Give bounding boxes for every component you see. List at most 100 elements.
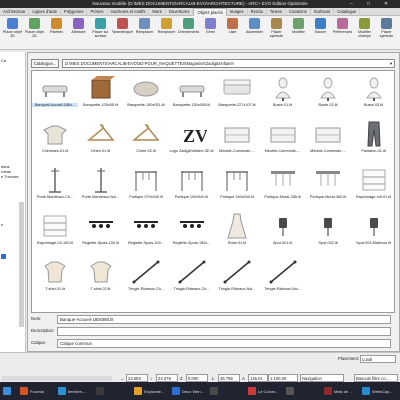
- selection-marker[interactable]: [1, 254, 6, 259]
- ribbon-button-12[interactable]: Placer symbole: [266, 18, 287, 46]
- taskbar-app[interactable]: Mats de ...: [324, 385, 361, 397]
- catalog-item[interactable]: Rayonnage-mit-01.lit: [351, 165, 395, 209]
- tab-9[interactable]: Rendu: [248, 8, 267, 16]
- catalog-item[interactable]: Buste-03.lit: [351, 73, 395, 117]
- taskbar-app[interactable]: [96, 385, 133, 397]
- tab-4[interactable]: Hachures et motifs: [108, 8, 150, 16]
- layer-field[interactable]: Calque commun: [57, 339, 391, 348]
- ribbon-button-7[interactable]: Remplacer: [156, 18, 177, 46]
- ribbon-button-9[interactable]: Gérer: [200, 18, 221, 46]
- catalog-item[interactable]: Chemises-01.lit: [32, 119, 78, 163]
- length-field[interactable]: 36.755: [218, 374, 240, 382]
- description-field[interactable]: [57, 327, 391, 336]
- catalog-item[interactable]: ZV Logo Zadig&Voltaire-3D.lit: [169, 119, 215, 163]
- catalog-item[interactable]: Cintre-02.lit: [123, 119, 169, 163]
- tab-1[interactable]: Lignes d'aide: [29, 8, 61, 16]
- ribbon-button-10[interactable]: Liste: [222, 18, 243, 46]
- ribbon-button-2[interactable]: Palettes: [46, 18, 67, 46]
- scale-dropdown[interactable]: 1:100.00: [268, 374, 298, 382]
- left-panel-scrollbar[interactable]: [19, 202, 24, 327]
- catalog-item[interactable]: Porte-Manteaux-Ch...: [32, 165, 78, 209]
- path-dropdown[interactable]: D:\MES DOCUMENTS\ARCALIB-EVO\3D-POUR_MAQ…: [62, 59, 395, 68]
- taskbar-app[interactable]: [286, 385, 323, 397]
- catalog-item[interactable]: Spot-001.lit: [260, 211, 306, 255]
- catalog-item[interactable]: T-shirt-01.lit: [32, 257, 78, 301]
- catalog-item[interactable]: Spot-003-Matrixos.lit: [351, 211, 395, 255]
- catalog-item[interactable]: Pantalon-01.lit: [351, 119, 395, 163]
- ribbon-button-4[interactable]: Placer sur surface: [90, 18, 111, 46]
- name-field[interactable]: Banque-Accueil-180x080.lit: [57, 315, 391, 324]
- dy-field[interactable]: 22.378: [156, 374, 178, 382]
- catalog-item[interactable]: Reglette-Spots-100.lit: [78, 211, 124, 255]
- catalog-item[interactable]: Reglette-Spots-150x...: [169, 211, 215, 255]
- filter-dropdown[interactable]: Bascule filtre co...: [354, 374, 398, 382]
- catalog-item[interactable]: Tringle-Rideaux-Noi...: [214, 257, 260, 301]
- ribbon-button-5[interactable]: Paramétriques: [112, 18, 133, 46]
- catalog-item[interactable]: Portique 100x040.lit: [169, 165, 215, 209]
- angle-field[interactable]: 145.01: [248, 374, 268, 382]
- ribbon-button-6[interactable]: Remplacer: [134, 18, 155, 46]
- start-button[interactable]: [3, 385, 13, 397]
- catalog-item[interactable]: Tringle-Rideaux-Noi...: [260, 257, 306, 301]
- catalog-item[interactable]: Banquette-227x107-lit: [214, 73, 260, 117]
- ribbon-button-14[interactable]: Sauver: [310, 18, 331, 46]
- tab-10[interactable]: Textes: [267, 8, 287, 16]
- catalog-item[interactable]: Porte-Manteaux-Noi...: [78, 165, 124, 209]
- tab-13[interactable]: Catalogue: [334, 8, 361, 16]
- catalog-item[interactable]: Cintre-01.lit: [78, 119, 124, 163]
- catalog-item[interactable]: Banquette-150x055-lit: [169, 73, 215, 117]
- catalog-item[interactable]: Buste-01.lit: [260, 73, 306, 117]
- taskbar-app[interactable]: Le Colom...: [248, 385, 285, 397]
- catalog-item[interactable]: Tringle-Rideaux-Ch...: [169, 257, 215, 301]
- dx-field[interactable]: 23.083: [126, 374, 148, 382]
- taskbar-app[interactable]: Explorate...: [134, 385, 171, 397]
- catalogue-button[interactable]: Catalogue...: [31, 59, 59, 68]
- catalog-item[interactable]: Reglette-Spots-100...: [123, 211, 169, 255]
- catalog-item[interactable]: Banquette-150x051-lit: [123, 73, 169, 117]
- tab-8[interactable]: Images: [227, 8, 248, 16]
- minimize-button[interactable]: –: [350, 0, 353, 8]
- taskbar-app[interactable]: [210, 385, 247, 397]
- catalog-item[interactable]: Buste-02.lit: [305, 73, 351, 117]
- tab-0[interactable]: Architecture: [0, 8, 30, 16]
- ribbon-button-16[interactable]: Modifier champs: [354, 18, 375, 46]
- view-mode-dropdown[interactable]: Navigation: [300, 374, 344, 382]
- catalog-item[interactable]: Portique-Mural-285.lit: [260, 165, 306, 209]
- catalog-item[interactable]: Meuble-Commode-...: [260, 119, 306, 163]
- ribbon-button-11[interactable]: Assembler: [244, 18, 265, 46]
- ribbon-button-3[interactable]: Aléatoire: [68, 18, 89, 46]
- catalog-item[interactable]: Tringle-Rideaux-Ch...: [123, 257, 169, 301]
- ribbon-button-0[interactable]: Placer objet 3D: [2, 18, 23, 46]
- dz-field[interactable]: 0.000: [186, 374, 208, 382]
- tab-12[interactable]: Surfaces: [311, 8, 335, 16]
- ribbon-button-1[interactable]: Placer objet 2D: [24, 18, 45, 46]
- catalog-item[interactable]: Portique 070x040.lit: [123, 165, 169, 209]
- ribbon-button-17[interactable]: Placer symbole: [376, 18, 397, 46]
- taskbar-app[interactable]: Deux Wen...: [172, 385, 209, 397]
- catalog-item[interactable]: Spot-002.lit: [305, 211, 351, 255]
- chevron-down-icon[interactable]: ▼: [389, 60, 393, 67]
- close-button[interactable]: ✕: [384, 0, 388, 8]
- ribbon-button-8[interactable]: Orientements: [178, 18, 199, 46]
- ribbon-button-15[interactable]: Préférences: [332, 18, 353, 46]
- catalog-item[interactable]: Banquette-105x55-lit: [78, 73, 124, 117]
- catalog-item[interactable]: T-shirt-02.lit: [78, 257, 124, 301]
- catalog-item[interactable]: Portique 150x040.lit: [214, 165, 260, 209]
- tab-6[interactable]: Ouvertures: [166, 8, 194, 16]
- placement-field[interactable]: Lundi: [360, 355, 396, 363]
- maximize-button[interactable]: □: [367, 0, 370, 8]
- taskbar-app[interactable]: beelsen-...: [58, 385, 95, 397]
- catalog-item[interactable]: Banquet-Accueil-180x...: [32, 73, 78, 117]
- taskbar-app[interactable]: Fournal: [20, 385, 57, 397]
- catalog-item[interactable]: Meuble-Commode-...: [214, 119, 260, 163]
- catalog-item[interactable]: Portique-Mural-360.lit: [305, 165, 351, 209]
- tab-7[interactable]: Objets placés: [193, 8, 227, 16]
- catalog-item[interactable]: Robe-01.lit: [214, 211, 260, 255]
- ribbon-button-13[interactable]: Modifier: [288, 18, 309, 46]
- catalog-item[interactable]: Rayonnage-03-100.lit: [32, 211, 78, 255]
- tab-11[interactable]: Cotations: [286, 8, 311, 16]
- tab-2[interactable]: Polygones: [61, 8, 88, 16]
- taskbar-app[interactable]: WebsCap...: [362, 385, 399, 397]
- catalog-item[interactable]: Meuble-Commode-...: [305, 119, 351, 163]
- tab-5[interactable]: Murs: [149, 8, 166, 16]
